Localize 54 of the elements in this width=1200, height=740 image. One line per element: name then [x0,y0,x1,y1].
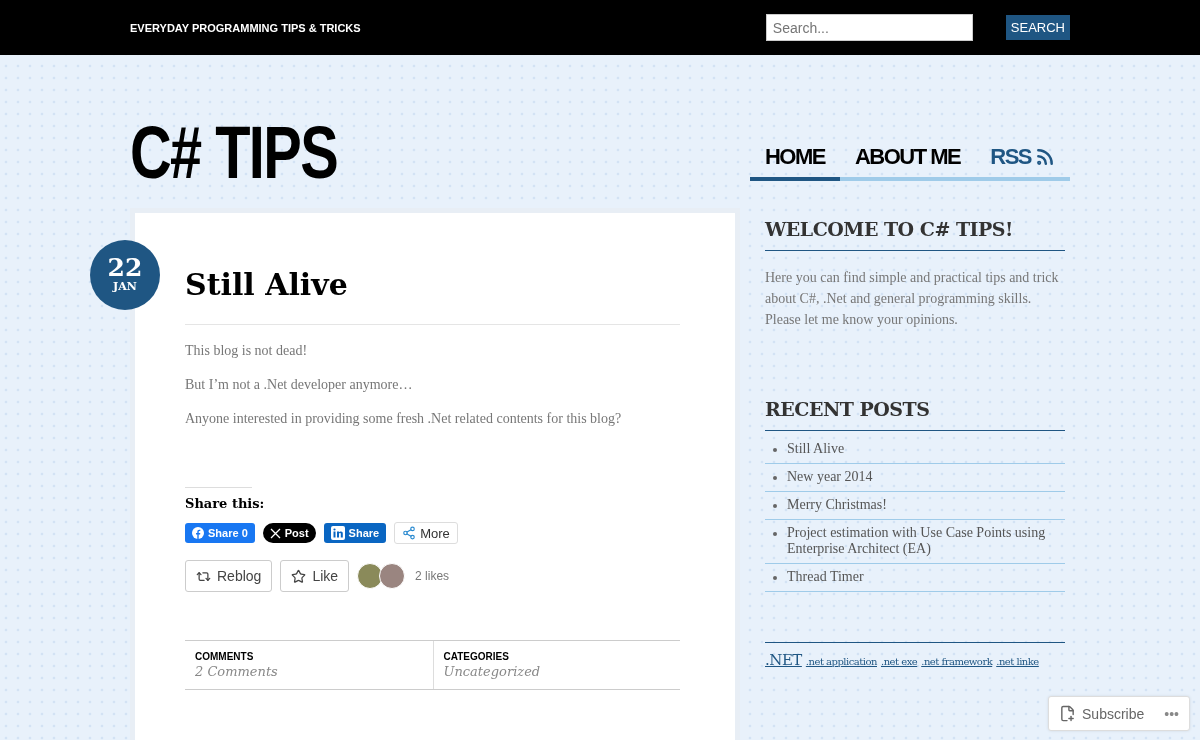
share-button[interactable]: Share 0 [185,523,255,543]
tag-link[interactable]: .net framework [921,656,993,667]
facebook-icon [192,527,204,539]
tag-link[interactable]: .net exe [881,656,918,667]
subscribe-button[interactable]: Subscribe [1059,705,1145,722]
post-paragraph: But I’m not a .Net developer anymore… [185,377,414,393]
recent-post-link[interactable]: Project estimation with Use Case Points using Enterprise Architect (EA) [787,525,1065,557]
date-month: JAN [113,280,137,295]
tag-link[interactable]: .net application [805,656,877,667]
meta-heading: COMMENTS [195,651,255,662]
widget-title: WELCOME TO C# TIPS! [765,218,1065,251]
reblog-button[interactable]: Reblog [185,560,273,592]
share-button[interactable]: Share [323,523,387,543]
tag-link[interactable]: .net linke [996,656,1039,667]
date-day: 22 [107,255,143,281]
more-button[interactable]: ••• [1164,705,1179,722]
welcome-text: Here you can find simple and practical tips and trick about C#, .Net and general programming skills. [765,269,1060,308]
meta-link[interactable]: 2 Comments [195,664,423,679]
search-button[interactable]: SEARCH [1005,15,1070,40]
avatar-icon[interactable] [379,563,406,589]
post-paragraph: Anyone interested in providing some fresh .Net related contents for this blog? [185,411,623,427]
nav-link[interactable]: ABOUT ME [839,142,976,181]
x-logo-icon [269,527,281,539]
bullet-icon [773,476,777,480]
widget-title: RECENT POSTS [765,398,1065,431]
bullet-icon [773,504,777,508]
nav-link[interactable]: HOME [749,142,840,181]
subscribe-icon [1059,705,1076,722]
recent-post-link[interactable]: New year 2014 [787,469,873,485]
recent-post-link[interactable]: Still Alive [787,441,845,457]
recent-post-link[interactable]: Merry Christmas! [787,497,887,513]
search-field[interactable]: Search... [765,14,973,41]
linkedin-icon [330,526,345,540]
share-button[interactable]: Post [262,523,316,543]
tag-link[interactable]: .NET [765,651,802,669]
likes-count: 2 likes [415,569,450,583]
bullet-icon [773,448,777,452]
bullet-icon [773,532,777,536]
site-tagline: EVERYDAY PROGRAMMING TIPS & TRICKS [130,21,362,34]
rss-icon [1035,147,1055,167]
star-icon [291,568,307,584]
meta-heading: CATEGORIES [443,651,510,662]
share-icon [402,526,417,540]
recent-post-link[interactable]: Thread Timer [787,569,864,585]
nav-link[interactable]: RSS [975,142,1070,181]
post-paragraph: This blog is not dead! [185,343,309,359]
bullet-icon [773,576,777,580]
share-heading: Share this: [185,496,265,511]
like-button[interactable]: Like [280,560,350,592]
site-title[interactable]: C# TIPS [130,115,338,190]
welcome-text: Please let me know your opinions. [765,311,959,329]
post-title: Still Alive [185,267,680,325]
share-button[interactable]: More [394,522,458,544]
meta-link[interactable]: Uncategorized [443,664,670,679]
